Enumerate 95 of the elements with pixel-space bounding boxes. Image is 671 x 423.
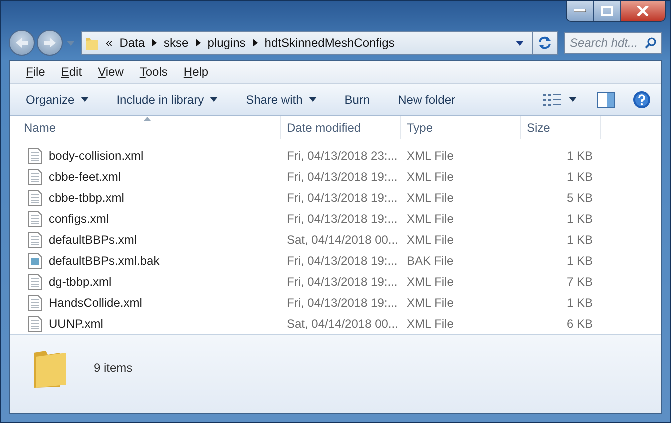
date-cell-text: Sat, 04/14/2018 00... [286,316,400,330]
type-cell-text: XML File [406,232,455,246]
file-name[interactable]: defaultBBPs.xml [49,232,138,246]
dropdown-arrow-icon [210,97,218,102]
file-name[interactable]: cbbe-tbbp.xml [49,190,124,204]
column-header[interactable]: Date modified [281,116,401,139]
sort-arrow-icon [144,117,151,121]
date-cell-text: Fri, 04/13/2018 19:... [286,254,399,268]
date-cell-text: Sat, 04/14/2018 00... [286,232,400,246]
toolbar-button[interactable]: Burn [344,92,370,106]
type-cell-text: XML File [406,316,455,330]
breadcrumb[interactable]: skse [164,36,189,50]
file-name[interactable]: body-collision.xml [49,148,144,162]
document-icon [28,294,42,310]
document-icon [28,232,42,248]
column-header[interactable]: Type [401,116,521,139]
chevron-icon[interactable] [196,39,201,48]
size-cell-text: 1 KB [566,170,594,184]
size-cell-text: 5 KB [566,190,594,204]
back-button[interactable] [9,30,35,56]
size-cell-text: 7 KB [566,274,594,288]
menu-item[interactable]: Tools [140,65,168,79]
dropdown-arrow-icon [80,97,89,102]
type-cell-text: BAK File [406,254,455,268]
date-cell-text: Fri, 04/13/2018 19:... [286,170,399,184]
list-view-icon [543,94,561,106]
file-name[interactable]: defaultBBPs.xml.bak [49,254,160,268]
column-header[interactable]: Size [521,116,601,139]
toolbar-button[interactable]: Include in library [116,92,218,106]
document-icon [28,190,42,206]
menu-item[interactable]: View [98,65,124,79]
date-cell-text: Fri, 04/13/2018 19:... [286,190,399,204]
breadcrumb[interactable]: hdtSkinnedMeshConfigs [264,36,395,50]
help-icon [633,90,651,108]
size-cell-text: 1 KB [566,232,594,246]
size-cell-text: 1 KB [566,296,594,310]
size-cell-text: 1 KB [566,254,594,268]
forward-button[interactable] [37,30,63,56]
file-name[interactable]: cbbe-feet.xml [49,170,122,184]
dropdown-arrow-icon [308,97,317,102]
file-name[interactable]: HandsCollide.xml [49,296,142,310]
preview-pane-button[interactable] [597,92,615,108]
search-icon [645,37,657,50]
help-button[interactable] [633,90,651,108]
toolbar-button[interactable]: New folder [398,92,456,106]
minimize-icon [574,9,586,13]
chevron-icon[interactable] [252,39,258,48]
size-cell-text: 1 KB [566,148,594,162]
breadcrumb[interactable]: plugins [208,36,246,50]
refresh-icon [538,36,552,50]
document-icon [28,316,42,332]
search-field[interactable]: Search hdt... [564,32,662,54]
document-icon [28,274,42,290]
date-cell-text: Fri, 04/13/2018 23:... [286,148,399,162]
type-cell-text: XML File [406,274,455,288]
close-button[interactable] [621,1,665,21]
view-options-button[interactable] [543,94,579,106]
type-cell-text: XML File [406,296,455,310]
toolbar-button[interactable]: Share with [246,92,317,106]
back-arrow-icon [15,37,29,50]
document-icon [28,168,42,184]
size-cell-text: 1 KB [566,212,594,226]
date-cell-text: Fri, 04/13/2018 19:... [286,274,399,288]
menu-item[interactable]: Help [184,65,209,79]
folder-icon [85,35,99,52]
menu-item[interactable]: Edit [61,65,82,79]
pane-icon [597,92,615,108]
file-icon [28,252,42,268]
toolbar-button[interactable]: Organize [26,92,89,106]
type-cell-text: XML File [406,212,455,226]
type-cell-text: XML File [406,170,455,184]
type-cell-text: XML File [406,190,455,204]
dropdown-arrow-icon[interactable] [516,40,524,46]
forward-arrow-icon [43,37,57,50]
date-cell-text: Fri, 04/13/2018 19:... [286,212,399,226]
document-icon [28,148,42,164]
close-icon [637,6,649,16]
item-count: 9 items [94,361,133,375]
document-icon [28,210,42,226]
maximize-icon [601,6,613,16]
refresh-button[interactable] [533,31,558,56]
date-cell-text: Fri, 04/13/2018 19:... [286,296,399,310]
file-name[interactable]: configs.xml [49,212,110,226]
breadcrumb[interactable]: Data [120,36,146,50]
chevron-icon[interactable] [152,39,158,48]
maximize-button[interactable] [594,1,621,21]
file-name[interactable]: UUNP.xml [49,316,104,330]
type-cell-text: XML File [406,148,455,162]
minimize-button[interactable] [567,1,594,21]
menu-item[interactable]: File [26,65,46,79]
file-name[interactable]: dg-tbbp.xml [49,274,112,288]
size-cell-text: 6 KB [566,316,594,330]
address-bar[interactable]: « Data skse plugins hdtSkinnedMeshConfigs [81,31,533,56]
overflow-chevron[interactable]: « [106,36,113,50]
dropdown-arrow-icon [569,97,577,102]
